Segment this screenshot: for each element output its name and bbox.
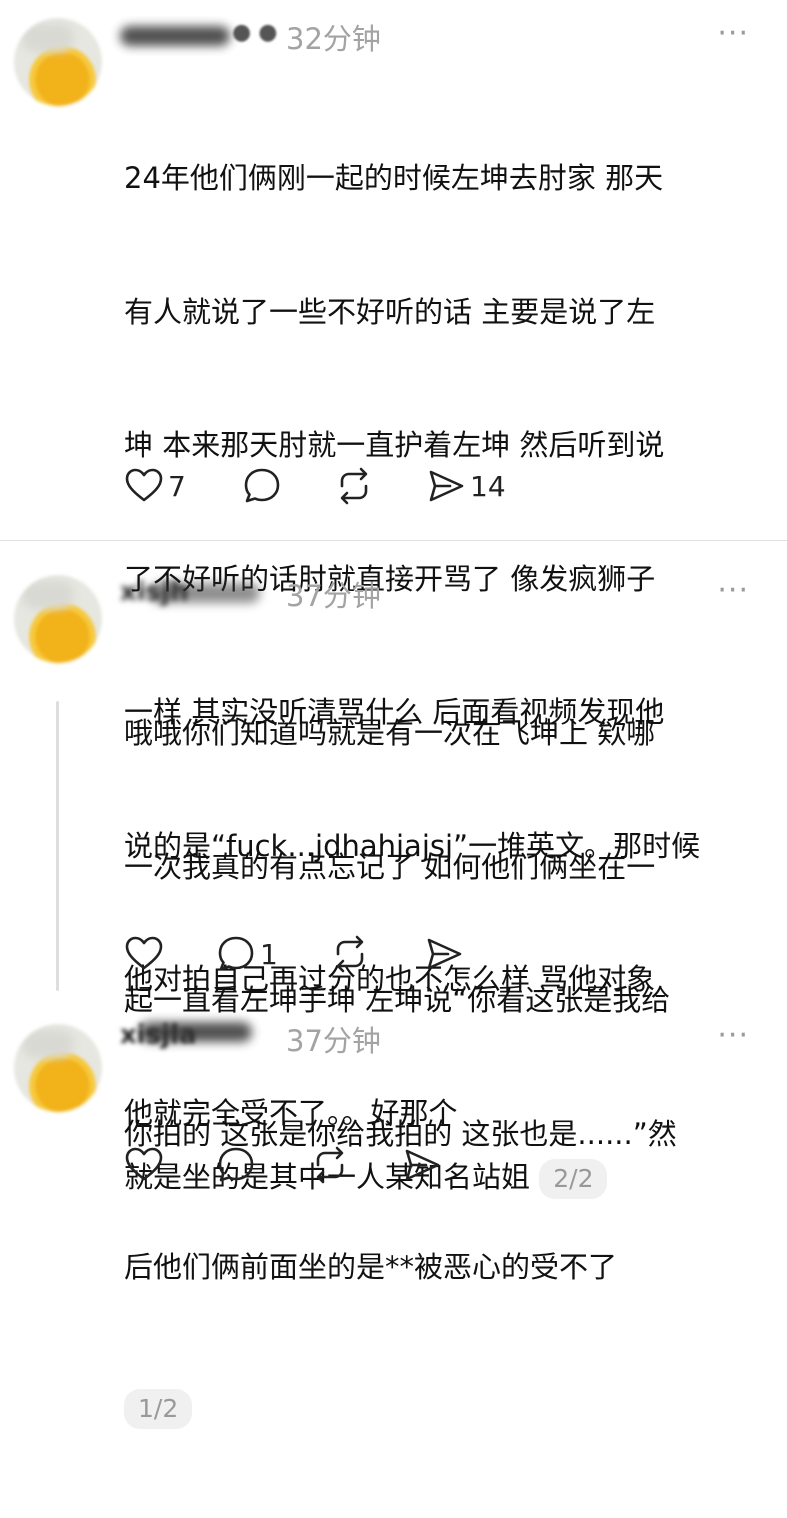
more-options-icon[interactable]: ··· bbox=[717, 573, 749, 608]
username-blurred[interactable] bbox=[120, 26, 230, 46]
share-button[interactable] bbox=[402, 1145, 442, 1185]
avatar[interactable] bbox=[14, 575, 102, 663]
like-button[interactable]: 7 bbox=[124, 466, 186, 506]
repost-icon bbox=[336, 935, 364, 973]
more-options-icon[interactable]: ··· bbox=[717, 1018, 749, 1053]
page-badge: 1/2 bbox=[124, 1388, 193, 1429]
post-time: 32分钟 bbox=[286, 22, 381, 56]
avatar[interactable] bbox=[14, 1024, 102, 1112]
share-icon bbox=[405, 1149, 440, 1181]
avatar[interactable] bbox=[14, 18, 102, 106]
username-blurred bbox=[140, 1022, 252, 1042]
share-button[interactable]: 14 bbox=[426, 466, 506, 506]
content-line: 坤 本来那天肘就一直护着左坤 然后听到说 bbox=[124, 428, 665, 462]
thread-line bbox=[56, 701, 59, 991]
like-count: 7 bbox=[168, 469, 186, 503]
comment-button[interactable] bbox=[242, 466, 286, 506]
repost-icon bbox=[340, 467, 368, 505]
post-3: xisjla 37分钟 ··· 就是坐的是其中一人某知名站姐 2/2 bbox=[0, 1002, 787, 1200]
comment-icon bbox=[218, 1147, 254, 1182]
share-icon bbox=[429, 470, 464, 502]
content-line: 哦哦你们知道吗就是有一次在飞坤上 欸哪 bbox=[124, 716, 656, 750]
share-icon bbox=[427, 938, 462, 970]
page-badge: 2/2 bbox=[539, 1159, 608, 1199]
comment-icon bbox=[218, 936, 254, 971]
content-line-page: 1/2 bbox=[124, 1385, 759, 1430]
post-2: xisjh 37分钟 ··· 哦哦你们知道吗就是有一次在飞坤上 欸哪 一次我真的… bbox=[0, 541, 787, 1429]
username-dots: ● ● bbox=[232, 20, 278, 45]
comment-icon bbox=[244, 468, 280, 503]
reply-count: 1 bbox=[260, 937, 278, 971]
content-line: 一次我真的有点忘记了 如何他们俩坐在一 bbox=[124, 849, 656, 884]
repost-button[interactable] bbox=[334, 466, 374, 506]
repost-button[interactable] bbox=[330, 934, 370, 974]
post-time: 37分钟 bbox=[286, 579, 381, 613]
comment-button[interactable]: 1 bbox=[216, 934, 278, 974]
heart-icon bbox=[125, 936, 163, 970]
repost-icon bbox=[316, 1146, 344, 1184]
like-button[interactable] bbox=[124, 934, 168, 974]
share-count: 14 bbox=[470, 469, 506, 503]
username-blurred bbox=[150, 583, 260, 603]
repost-button[interactable] bbox=[310, 1145, 350, 1185]
content-line: 有人就说了一些不好听的话 主要是说了左 bbox=[124, 294, 656, 329]
more-options-icon[interactable]: ··· bbox=[717, 16, 749, 51]
heart-icon bbox=[125, 468, 163, 502]
like-button[interactable] bbox=[124, 1145, 164, 1185]
post-time: 37分钟 bbox=[286, 1024, 381, 1058]
share-button[interactable] bbox=[424, 934, 468, 974]
heart-icon bbox=[125, 1147, 163, 1181]
content-line: 24年他们俩刚一起的时候左坤去肘家 那天 bbox=[124, 161, 664, 195]
post-1: ● ● 32分钟 ··· 24年他们俩刚一起的时候左坤去肘家 那天 有人就说了一… bbox=[0, 0, 787, 1130]
comment-button[interactable] bbox=[216, 1145, 256, 1185]
